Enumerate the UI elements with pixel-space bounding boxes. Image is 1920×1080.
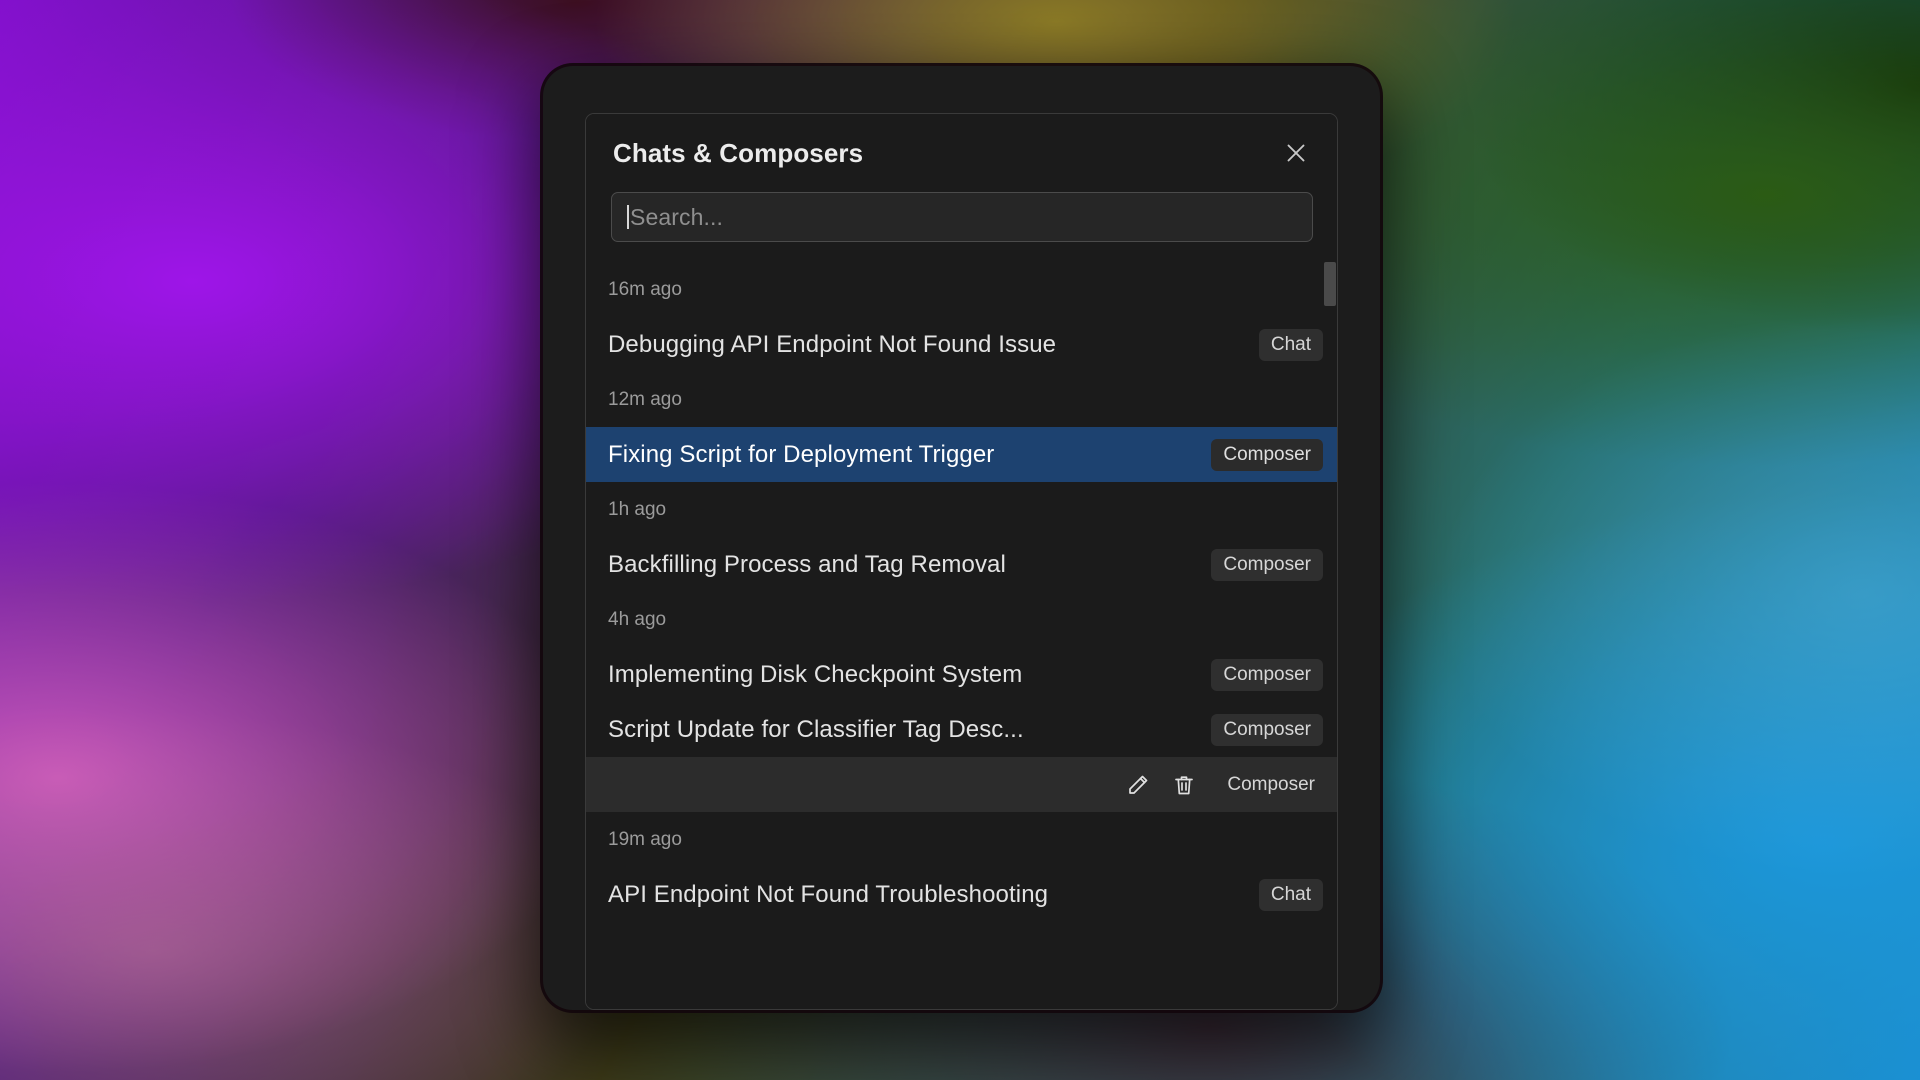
scrollbar-track[interactable] <box>1324 262 1337 1009</box>
list-item[interactable]: Backfilling Process and Tag Removal Compo… <box>586 537 1337 592</box>
list-item[interactable]: API Endpoint Not Found Troubleshooting Ch… <box>586 867 1337 922</box>
list-item-title: Implementing Disk Checkpoint System <box>608 660 1023 688</box>
close-button[interactable] <box>1279 136 1313 170</box>
list-group-label: 4h ago <box>586 592 1337 647</box>
list-item[interactable]: Composer <box>586 757 1337 812</box>
edit-icon <box>1126 773 1150 797</box>
chats-composers-panel: Chats & Composers Search... 16m ago Debug… <box>585 113 1338 1010</box>
list-item-title: Debugging API Endpoint Not Found Issue <box>608 330 1057 358</box>
list-group-label: 19m ago <box>586 812 1337 867</box>
close-icon <box>1284 141 1308 165</box>
delete-button[interactable] <box>1171 772 1197 798</box>
status-badge: Composer <box>1211 548 1323 581</box>
list-item-title: Fixing Script for Deployment Trigger <box>608 440 995 468</box>
row-actions <box>1125 772 1197 798</box>
list-item[interactable]: Script Update for Classifier Tag Desc...… <box>586 702 1337 757</box>
list-item-title: Script Update for Classifier Tag Desc... <box>608 715 1024 743</box>
search-input[interactable]: Search... <box>611 192 1313 242</box>
list-group-label: 12m ago <box>586 372 1337 427</box>
status-badge: Composer <box>1211 438 1323 471</box>
status-badge: Composer <box>1211 713 1323 746</box>
list-group-label: 1h ago <box>586 482 1337 537</box>
text-caret <box>627 205 629 229</box>
app-window: Chats & Composers Search... 16m ago Debug… <box>543 66 1380 1010</box>
conversation-list[interactable]: 16m ago Debugging API Endpoint Not Found … <box>586 262 1337 1009</box>
status-badge: Composer <box>1211 658 1323 691</box>
status-badge: Chat <box>1258 328 1323 361</box>
status-badge: Composer <box>1227 773 1315 795</box>
edit-button[interactable] <box>1125 772 1151 798</box>
list-group-label: 16m ago <box>586 262 1337 317</box>
scrollbar-thumb[interactable] <box>1324 262 1336 306</box>
panel-header: Chats & Composers <box>586 114 1337 192</box>
search-area: Search... <box>586 192 1337 242</box>
list-item[interactable]: Fixing Script for Deployment Trigger Comp… <box>586 427 1337 482</box>
list-item[interactable]: Implementing Disk Checkpoint System Compo… <box>586 647 1337 702</box>
list-item-title: API Endpoint Not Found Troubleshooting <box>608 880 1049 908</box>
search-placeholder: Search... <box>630 203 723 230</box>
status-badge: Chat <box>1258 878 1323 911</box>
page-title: Chats & Composers <box>613 137 864 168</box>
trash-icon <box>1172 773 1196 797</box>
list-item-title: Backfilling Process and Tag Removal <box>608 550 1006 578</box>
list-item[interactable]: Debugging API Endpoint Not Found Issue Ch… <box>586 317 1337 372</box>
